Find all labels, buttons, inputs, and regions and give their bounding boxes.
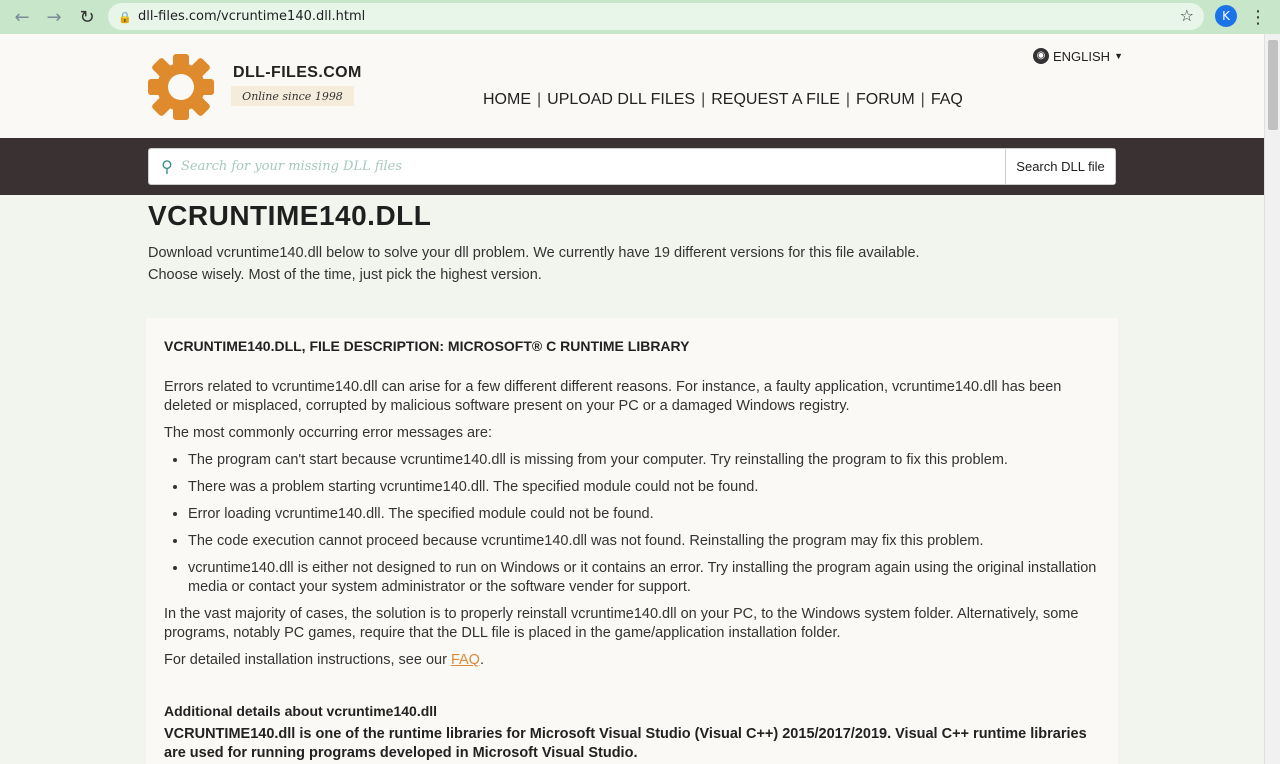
browser-toolbar: ← → ↻ 🔒 dll-files.com/vcruntime140.dll.h… bbox=[0, 0, 1280, 34]
nav-forum[interactable]: FORUM bbox=[856, 91, 915, 109]
address-bar[interactable]: 🔒 dll-files.com/vcruntime140.dll.html ☆ bbox=[108, 3, 1204, 30]
browser-menu-icon[interactable]: ⋮ bbox=[1249, 5, 1267, 29]
faq-text-before: For detailed installation instructions, … bbox=[164, 652, 451, 668]
solution-paragraph: In the vast majority of cases, the solut… bbox=[164, 606, 1079, 641]
main-nav: HOME | UPLOAD DLL FILES | REQUEST A FILE… bbox=[483, 91, 963, 109]
search-form: ⚲ Search DLL file bbox=[148, 148, 1116, 185]
nav-home[interactable]: HOME bbox=[483, 91, 531, 109]
profile-avatar[interactable]: K bbox=[1215, 5, 1237, 27]
nav-separator: | bbox=[845, 91, 851, 108]
nav-upload-dll-files[interactable]: UPLOAD DLL FILES bbox=[547, 91, 695, 109]
error-message-item: The program can't start because vcruntim… bbox=[188, 451, 1104, 470]
language-selector[interactable]: ◉ ENGLISH ▼ bbox=[1033, 48, 1123, 64]
card-title: VCRUNTIME140.DLL, FILE DESCRIPTION: MICR… bbox=[164, 338, 690, 354]
intro-text: Download vcruntime140.dll below to solve… bbox=[148, 242, 920, 286]
brand-name[interactable]: DLL-FILES.COM bbox=[233, 64, 362, 82]
nav-separator: | bbox=[537, 91, 542, 108]
caret-down-icon: ▼ bbox=[1114, 51, 1123, 61]
error-message-item: The code execution cannot proceed becaus… bbox=[188, 532, 1104, 551]
search-input[interactable] bbox=[179, 149, 1005, 184]
errors-intro-paragraph: Errors related to vcruntime140.dll can a… bbox=[164, 379, 1062, 414]
nav-separator: | bbox=[920, 91, 925, 108]
common-errors-label: The most commonly occurring error messag… bbox=[164, 425, 492, 441]
globe-icon: ◉ bbox=[1033, 48, 1049, 64]
search-icon: ⚲ bbox=[161, 157, 173, 176]
nav-request-a-file[interactable]: REQUEST A FILE bbox=[711, 91, 840, 109]
scrollbar-thumb[interactable] bbox=[1268, 40, 1278, 130]
additional-details-heading: Additional details about vcruntime140.dl… bbox=[164, 703, 438, 719]
faq-text-after: . bbox=[479, 652, 484, 668]
search-dll-button[interactable]: Search DLL file bbox=[1005, 149, 1115, 184]
intro-line-1: Download vcruntime140.dll below to solve… bbox=[148, 245, 920, 261]
brand-tagline: Online since 1998 bbox=[231, 86, 354, 106]
site-logo-gear-icon[interactable] bbox=[146, 52, 216, 122]
nav-separator: | bbox=[701, 91, 706, 108]
reload-icon[interactable]: ↻ bbox=[75, 5, 99, 29]
faq-link[interactable]: FAQ bbox=[451, 652, 480, 668]
language-label: ENGLISH bbox=[1053, 48, 1111, 64]
page-scrollbar[interactable] bbox=[1264, 34, 1280, 764]
error-message-item: Error loading vcruntime140.dll. The spec… bbox=[188, 505, 1104, 524]
nav-faq[interactable]: FAQ bbox=[931, 91, 963, 109]
description-card: VCRUNTIME140.DLL, FILE DESCRIPTION: MICR… bbox=[146, 318, 1118, 764]
url-text: dll-files.com/vcruntime140.dll.html bbox=[138, 9, 366, 24]
additional-details-text: VCRUNTIME140.dll is one of the runtime l… bbox=[164, 726, 1087, 761]
error-message-item: vcruntime140.dll is either not designed … bbox=[188, 559, 1104, 597]
page-title: VCRUNTIME140.DLL bbox=[148, 200, 432, 231]
error-message-item: There was a problem starting vcruntime14… bbox=[188, 478, 1104, 497]
faq-paragraph: For detailed installation instructions, … bbox=[164, 651, 1104, 670]
intro-line-2: Choose wisely. Most of the time, just pi… bbox=[148, 267, 542, 283]
back-icon[interactable]: ← bbox=[10, 5, 34, 29]
bookmark-star-icon[interactable]: ☆ bbox=[1180, 6, 1194, 25]
lock-icon: 🔒 bbox=[118, 10, 132, 24]
forward-icon[interactable]: → bbox=[42, 5, 66, 29]
error-messages-list: The program can't start because vcruntim… bbox=[188, 451, 1104, 597]
